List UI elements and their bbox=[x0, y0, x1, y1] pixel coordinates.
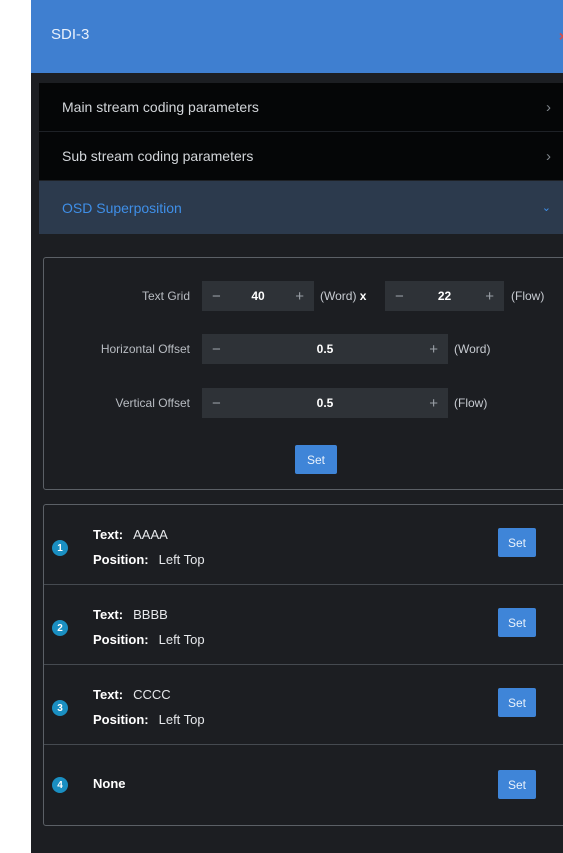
position-value: Left Top bbox=[158, 632, 205, 647]
chevron-right-icon: › bbox=[546, 147, 551, 165]
list-item: 2 Text: BBBB Position: Left Top Set bbox=[44, 585, 563, 665]
vertical-offset-row: Vertical Offset bbox=[44, 388, 190, 418]
horizontal-offset-label: Horizontal Offset bbox=[100, 342, 190, 356]
position-value: Left Top bbox=[158, 552, 205, 567]
item-number-badge: 2 bbox=[52, 620, 68, 636]
vertical-offset-unit: (Flow) bbox=[454, 396, 488, 410]
osd-item-list: 1 Text: AAAA Position: Left Top Set 2 Text… bbox=[43, 504, 563, 826]
list-item: 4 None Set bbox=[44, 745, 563, 825]
accordion-osd-superposition[interactable]: OSD Superposition ⌄ bbox=[39, 181, 563, 234]
minus-icon[interactable]: − bbox=[212, 341, 221, 358]
window-title: SDI-3 bbox=[51, 26, 90, 43]
text-value: BBBB bbox=[133, 607, 168, 622]
position-label: Position: bbox=[93, 632, 149, 647]
set-item-button[interactable]: Set bbox=[498, 528, 536, 557]
text-grid-cols-unit: (Word) x bbox=[320, 289, 366, 303]
set-grid-button[interactable]: Set bbox=[295, 445, 337, 474]
text-label: Text: bbox=[93, 607, 124, 622]
text-value: CCCC bbox=[133, 687, 171, 702]
chevron-down-icon: ⌄ bbox=[541, 202, 551, 214]
close-icon[interactable]: × bbox=[559, 28, 563, 44]
item-number-badge: 4 bbox=[52, 777, 68, 793]
item-text-line: Text: CCCC bbox=[93, 687, 171, 702]
text-grid-rows-unit: (Flow) bbox=[511, 289, 545, 303]
cols-unit-text: (Word) bbox=[320, 289, 357, 303]
item-position-line: Position: Left Top bbox=[93, 632, 205, 647]
set-item-button[interactable]: Set bbox=[498, 608, 536, 637]
plus-icon[interactable]: + bbox=[485, 288, 494, 305]
horizontal-offset-unit: (Word) bbox=[454, 342, 491, 356]
accordion-main-stream[interactable]: Main stream coding parameters › bbox=[39, 83, 563, 132]
chevron-right-icon: › bbox=[546, 98, 551, 116]
accordion-label: Sub stream coding parameters bbox=[62, 148, 254, 164]
plus-icon[interactable]: + bbox=[429, 341, 438, 358]
item-position-line: Position: Left Top bbox=[93, 552, 205, 567]
minus-icon[interactable]: − bbox=[395, 288, 404, 305]
text-grid-rows-stepper[interactable]: − 22 + bbox=[385, 281, 504, 311]
osd-grid-settings: Text Grid − 40 + (Word) x − 22 + (Flow) … bbox=[43, 257, 563, 490]
set-item-button[interactable]: Set bbox=[498, 770, 536, 799]
text-grid-label: Text Grid bbox=[141, 289, 190, 303]
settings-accordion: Main stream coding parameters › Sub stre… bbox=[39, 83, 563, 234]
text-grid-cols-stepper[interactable]: − 40 + bbox=[202, 281, 314, 311]
text-label: Text: bbox=[93, 527, 124, 542]
times-symbol: x bbox=[359, 289, 367, 303]
set-item-button[interactable]: Set bbox=[498, 688, 536, 717]
item-text-line: Text: BBBB bbox=[93, 607, 168, 622]
osd-panel: SDI-3 × Main stream coding parameters › … bbox=[31, 0, 563, 853]
vertical-offset-label: Vertical Offset bbox=[115, 396, 190, 410]
text-grid-rows-value[interactable]: 22 bbox=[438, 289, 451, 303]
title-bar: SDI-3 × bbox=[31, 0, 563, 73]
accordion-label: Main stream coding parameters bbox=[62, 99, 259, 115]
item-number-badge: 3 bbox=[52, 700, 68, 716]
minus-icon[interactable]: − bbox=[212, 395, 221, 412]
item-text-line: Text: AAAA bbox=[93, 527, 168, 542]
list-item: 3 Text: CCCC Position: Left Top Set bbox=[44, 665, 563, 745]
text-value: AAAA bbox=[133, 527, 168, 542]
text-label: Text: bbox=[93, 687, 124, 702]
item-none-label: None bbox=[93, 776, 126, 791]
plus-icon[interactable]: + bbox=[295, 288, 304, 305]
minus-icon[interactable]: − bbox=[212, 288, 221, 305]
plus-icon[interactable]: + bbox=[429, 395, 438, 412]
text-grid-row: Text Grid bbox=[44, 281, 190, 311]
horizontal-offset-value[interactable]: 0.5 bbox=[317, 342, 334, 356]
horizontal-offset-stepper[interactable]: − 0.5 + bbox=[202, 334, 448, 364]
position-label: Position: bbox=[93, 712, 149, 727]
list-item: 1 Text: AAAA Position: Left Top Set bbox=[44, 505, 563, 585]
vertical-offset-stepper[interactable]: − 0.5 + bbox=[202, 388, 448, 418]
item-position-line: Position: Left Top bbox=[93, 712, 205, 727]
vertical-offset-value[interactable]: 0.5 bbox=[317, 396, 334, 410]
text-grid-cols-value[interactable]: 40 bbox=[251, 289, 264, 303]
position-label: Position: bbox=[93, 552, 149, 567]
position-value: Left Top bbox=[158, 712, 205, 727]
horizontal-offset-row: Horizontal Offset bbox=[44, 334, 190, 364]
accordion-sub-stream[interactable]: Sub stream coding parameters › bbox=[39, 132, 563, 181]
accordion-label: OSD Superposition bbox=[62, 199, 182, 216]
item-number-badge: 1 bbox=[52, 540, 68, 556]
